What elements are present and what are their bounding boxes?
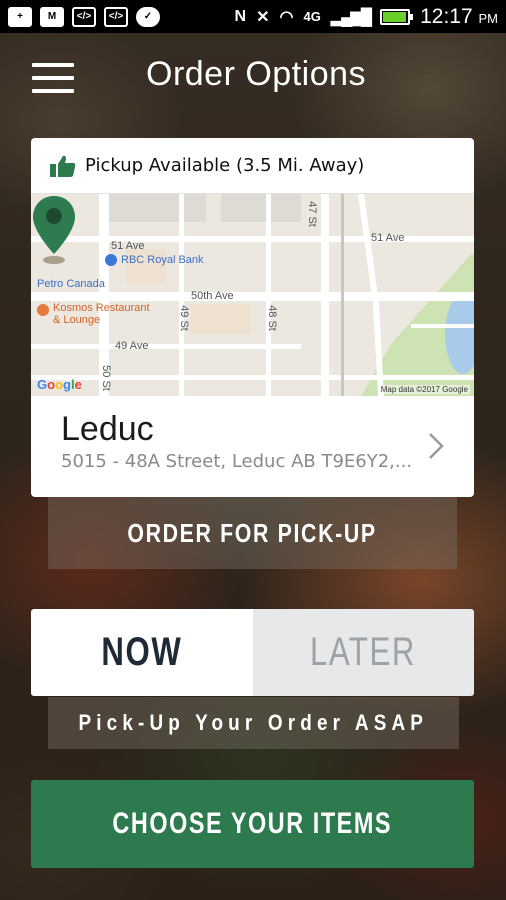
later-button[interactable]: LATER — [252, 609, 474, 696]
store-card: Pickup Available (3.5 Mi. Away) 51 Ave 5… — [31, 138, 474, 497]
thumbs-up-icon — [50, 155, 76, 177]
store-address: 5015 - 48A Street, Leduc AB T9E6Y2,... — [61, 451, 413, 472]
hamburger-menu-icon[interactable] — [32, 63, 74, 93]
choose-your-items-button[interactable]: CHOOSE YOUR ITEMS — [31, 780, 474, 868]
mute-icon: ✕ — [256, 8, 270, 26]
map-poi-bank[interactable]: RBC Royal Bank — [105, 254, 204, 266]
page-title: Order Options — [146, 55, 367, 93]
map-label-48-st: 48 St — [265, 305, 278, 331]
gmail-icon: M — [40, 6, 64, 27]
battery-icon — [380, 8, 414, 25]
add-icon: + — [8, 6, 32, 27]
now-button[interactable]: NOW — [31, 609, 253, 696]
code-icon: </> — [72, 6, 96, 27]
code-icon: </> — [104, 6, 128, 27]
store-details-row[interactable]: Leduc 5015 - 48A Street, Leduc AB T9E6Y2… — [31, 396, 474, 496]
status-bar: + M </> </> ✓ N ✕ ◠ 4G ▂▄▆█ 12:17 PM — [0, 0, 506, 33]
order-for-pickup-label: ORDER FOR PICK-UP — [127, 517, 378, 548]
pickup-text: Pickup Available (3.5 Mi. Away) — [85, 155, 365, 176]
store-map[interactable]: 51 Ave 51 Ave 50th Ave 49 Ave 47 St 49 S… — [31, 194, 474, 396]
map-label-51-ave-east: 51 Ave — [371, 232, 405, 244]
choose-your-items-label: CHOOSE YOUR ITEMS — [112, 807, 393, 840]
network-type: 4G — [303, 9, 321, 24]
chevron-right-icon[interactable] — [428, 432, 444, 460]
timing-note: Pick-Up Your Order ASAP — [78, 710, 429, 735]
app-header: Order Options — [0, 33, 506, 123]
messenger-icon: ✓ — [136, 6, 160, 27]
map-label-47-st: 47 St — [305, 201, 318, 227]
wifi-icon: ◠ — [279, 8, 294, 26]
signal-icon: ▂▄▆█ — [330, 8, 372, 26]
map-label-50th-ave: 50th Ave — [191, 290, 234, 302]
map-credit: Map data ©2017 Google — [378, 385, 470, 394]
timing-note-bar: Pick-Up Your Order ASAP — [48, 697, 459, 749]
map-label-49-ave: 49 Ave — [115, 340, 149, 352]
map-label-50-st: 50 St — [99, 365, 112, 391]
map-label-51-ave: 51 Ave — [111, 240, 145, 252]
restaurant-icon — [37, 304, 49, 316]
pickup-availability: Pickup Available (3.5 Mi. Away) — [31, 138, 474, 194]
bank-icon — [105, 254, 117, 266]
map-poi-restaurant[interactable]: Kosmos Restaurant & Lounge — [37, 302, 150, 326]
map-pin-icon[interactable] — [31, 194, 77, 266]
map-roads — [31, 194, 474, 396]
google-logo: Google — [37, 377, 82, 392]
nfc-icon: N — [234, 7, 247, 25]
clock: 12:17 PM — [420, 4, 498, 28]
store-name: Leduc — [61, 410, 154, 448]
order-for-pickup-bar: ORDER FOR PICK-UP — [48, 497, 457, 569]
timing-toggle: NOW LATER — [31, 609, 474, 696]
map-poi-gas[interactable]: Petro Canada — [37, 278, 105, 290]
map-label-49-st: 49 St — [177, 305, 190, 331]
